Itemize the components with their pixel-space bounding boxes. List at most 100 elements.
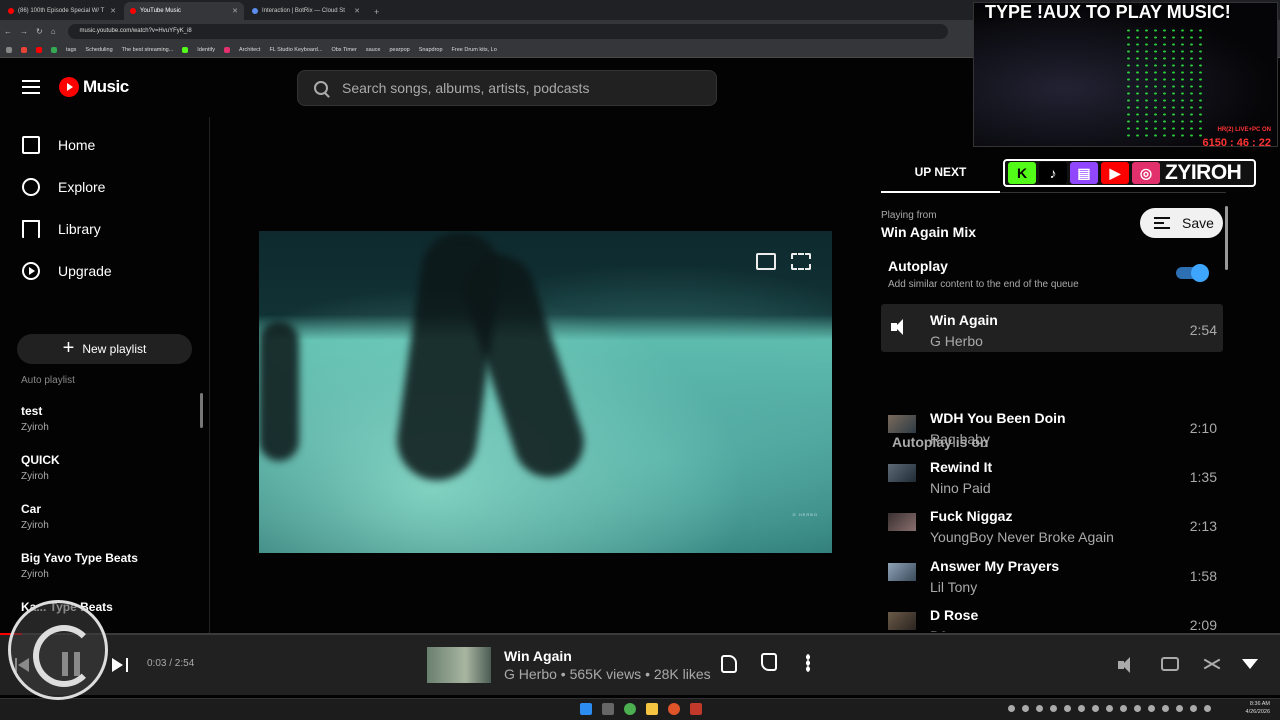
- bookmark[interactable]: The best streaming...: [122, 47, 174, 53]
- browser-tab[interactable]: (86) 100th Episode Special W/ T ✕: [2, 2, 122, 20]
- tray-icon[interactable]: [1148, 705, 1155, 712]
- now-playing-thumbnail[interactable]: [427, 647, 491, 683]
- browser-tab[interactable]: Interaction | BotRix — Cloud St ✕: [246, 2, 366, 20]
- tray-icon[interactable]: [1204, 705, 1211, 712]
- tray-icon[interactable]: [1008, 705, 1015, 712]
- shuffle-icon[interactable]: [1203, 656, 1221, 672]
- video-watermark: G HERBO: [792, 512, 818, 517]
- chrome-icon[interactable]: [624, 703, 636, 715]
- autoplay-toggle[interactable]: [1176, 264, 1209, 282]
- queue-item[interactable]: Fuck Niggaz YoungBoy Never Broke Again 2…: [881, 500, 1223, 548]
- close-tab-icon[interactable]: ✕: [354, 7, 360, 15]
- queue-item-current[interactable]: Win Again G Herbo 2:54: [881, 304, 1223, 352]
- browser-tab-active[interactable]: YouTube Music ✕: [124, 2, 244, 20]
- sidebar-scrollbar[interactable]: [200, 393, 203, 428]
- queue-item-title: Rewind It: [930, 459, 993, 475]
- forward-icon[interactable]: →: [20, 27, 28, 36]
- instagram-bookmark-icon[interactable]: [224, 46, 231, 53]
- fullscreen-icon[interactable]: [791, 253, 811, 270]
- playlist-title: test: [21, 404, 43, 418]
- tray-icon[interactable]: [1064, 705, 1071, 712]
- expand-player-icon[interactable]: [1242, 659, 1258, 669]
- search-input[interactable]: Search songs, albums, artists, podcasts: [297, 70, 717, 106]
- tray-icon[interactable]: [1078, 705, 1085, 712]
- queue-item[interactable]: WDH You Been Doin Raq baby 2:10: [881, 402, 1223, 450]
- thumbs-up-icon[interactable]: [761, 653, 777, 671]
- next-track-icon[interactable]: [112, 657, 128, 673]
- thumbs-down-icon[interactable]: [721, 655, 737, 673]
- tray-icon[interactable]: [1176, 705, 1183, 712]
- bookmark[interactable]: pearpop: [390, 47, 410, 53]
- playlist-owner: Zyiroh: [21, 422, 49, 433]
- sidebar-item-home[interactable]: Home: [22, 136, 95, 154]
- tray-icon[interactable]: [1106, 705, 1113, 712]
- queue-item-duration: 2:10: [1189, 420, 1217, 436]
- apps-icon[interactable]: [6, 46, 12, 53]
- home-icon[interactable]: ⌂: [51, 27, 56, 36]
- mix-name[interactable]: Win Again Mix: [881, 224, 976, 240]
- save-button[interactable]: Save: [1140, 208, 1223, 238]
- new-playlist-button[interactable]: + New playlist: [17, 334, 192, 364]
- drive-icon[interactable]: [51, 46, 57, 53]
- sidebar-item-upgrade[interactable]: Upgrade: [22, 262, 112, 280]
- queue-scrollbar[interactable]: [1225, 206, 1228, 270]
- playlist-item[interactable]: QUICK Zyiroh: [21, 453, 60, 482]
- back-icon[interactable]: ←: [4, 27, 12, 36]
- gmail-icon[interactable]: [21, 46, 27, 53]
- close-tab-icon[interactable]: ✕: [110, 7, 116, 15]
- tab-label: (86) 100th Episode Special W/ T: [18, 8, 105, 14]
- queue-item[interactable]: D Rose B6 2:09: [881, 599, 1223, 632]
- tray-icon[interactable]: [1190, 705, 1197, 712]
- bookmark[interactable]: FL Studio Keyboard...: [269, 47, 322, 53]
- playlist-item[interactable]: test Zyiroh: [21, 404, 49, 433]
- tray-icon[interactable]: [1134, 705, 1141, 712]
- chrome-profile-icon[interactable]: [668, 703, 680, 715]
- playlist-item[interactable]: Big Yavo Type Beats Zyiroh: [21, 551, 138, 580]
- close-tab-icon[interactable]: ✕: [232, 7, 238, 15]
- bookmark[interactable]: Architect: [239, 47, 260, 53]
- more-options-icon[interactable]: [806, 654, 810, 672]
- app-icon[interactable]: [690, 703, 702, 715]
- streamer-handle: ZYIROH: [1165, 161, 1242, 184]
- system-clock[interactable]: 8:36 AM 4/26/2026: [1246, 701, 1270, 716]
- bookmark[interactable]: tags: [66, 47, 76, 53]
- tray-icon[interactable]: [1120, 705, 1127, 712]
- playlist-item[interactable]: Car Zyiroh: [21, 502, 49, 531]
- youtube-music-logo[interactable]: Music: [59, 77, 129, 97]
- sidebar-item-explore[interactable]: Explore: [22, 178, 105, 196]
- new-tab-button[interactable]: +: [366, 7, 387, 20]
- volume-icon[interactable]: [1118, 656, 1138, 674]
- tray-icon[interactable]: [1022, 705, 1029, 712]
- url-field[interactable]: music.youtube.com/watch?v=HvuYFyK_i8: [67, 23, 948, 39]
- tray-icon[interactable]: [1162, 705, 1169, 712]
- now-playing-meta: G Herbo • 565K views • 28K likes: [504, 666, 711, 682]
- queue-item-artist: YoungBoy Never Broke Again: [930, 529, 1114, 545]
- video-player[interactable]: G HERBO: [259, 231, 832, 553]
- tray-icon[interactable]: [1036, 705, 1043, 712]
- autoplay-description: Add similar content to the end of the qu…: [888, 279, 1079, 290]
- bookmark[interactable]: Free Drum kits, Lo: [452, 47, 497, 53]
- miniplayer-icon[interactable]: [756, 253, 776, 270]
- queue-item-artist: G Herbo: [930, 333, 983, 349]
- sidebar-item-library[interactable]: Library: [22, 220, 101, 238]
- menu-icon[interactable]: [22, 80, 40, 94]
- kick-bookmark-icon[interactable]: [182, 46, 189, 53]
- bookmark[interactable]: Snapdrop: [419, 47, 443, 53]
- repeat-icon[interactable]: [1161, 657, 1179, 671]
- queue-item[interactable]: Answer My Prayers Lil Tony 1:58: [881, 550, 1223, 598]
- tray-icon[interactable]: [1092, 705, 1099, 712]
- file-explorer-icon[interactable]: [646, 703, 658, 715]
- bookmark[interactable]: Obs Timer: [331, 47, 356, 53]
- tray-icon[interactable]: [1050, 705, 1057, 712]
- now-playing-title[interactable]: Win Again: [504, 648, 572, 664]
- bookmark[interactable]: Identify: [197, 47, 215, 53]
- plus-icon: +: [62, 337, 75, 359]
- bookmark[interactable]: Scheduling: [85, 47, 112, 53]
- task-view-icon[interactable]: [602, 703, 614, 715]
- youtube-bookmark-icon[interactable]: [36, 46, 42, 53]
- overlay-title: TYPE !AUX TO PLAY MUSIC!: [985, 2, 1231, 22]
- reload-icon[interactable]: ↻: [36, 27, 43, 36]
- windows-start-icon[interactable]: [580, 703, 592, 715]
- queue-item[interactable]: Rewind It Nino Paid 1:35: [881, 451, 1223, 499]
- bookmark[interactable]: sauce: [366, 47, 381, 53]
